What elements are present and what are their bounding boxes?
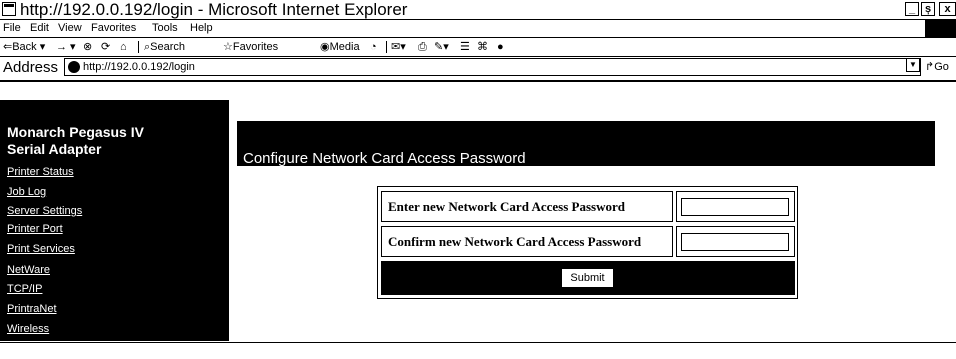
menu-bar: File Edit View Favorites Tools Help	[0, 20, 956, 38]
windows-logo-area	[925, 20, 956, 37]
sidebar-item-job-log[interactable]: Job Log	[7, 185, 46, 199]
media-button[interactable]: ◉Media	[320, 38, 360, 56]
menu-tools[interactable]: Tools	[152, 20, 178, 37]
submit-button[interactable]: Submit	[561, 268, 614, 288]
maximize-button[interactable]: ș	[921, 2, 935, 16]
menu-help[interactable]: Help	[190, 20, 213, 37]
status-bar	[0, 342, 956, 359]
edit-icon[interactable]: ✎▾	[434, 38, 449, 56]
stop-icon[interactable]: ⊗	[83, 38, 92, 56]
page-icon	[68, 61, 80, 73]
go-button[interactable]: ↱Go	[925, 59, 949, 75]
search-button[interactable]: ⌕Search	[144, 38, 185, 56]
toolbar-divider	[386, 41, 387, 53]
menu-edit[interactable]: Edit	[30, 20, 49, 37]
sidebar-item-print-services[interactable]: Print Services	[7, 242, 75, 256]
new-password-input[interactable]	[681, 198, 789, 216]
sidebar-item-printer-status[interactable]: Printer Status	[7, 165, 74, 179]
new-password-cell	[676, 191, 795, 222]
minimize-button[interactable]: _	[905, 2, 919, 16]
menu-favorites[interactable]: Favorites	[91, 20, 136, 37]
discuss-icon[interactable]: ☰	[460, 38, 470, 56]
window-title: http://192.0.0.192/login - Microsoft Int…	[20, 0, 408, 19]
brand-line-2: Serial Adapter	[7, 141, 102, 157]
sidebar-item-printranet[interactable]: PrintraNet	[7, 302, 57, 316]
mail-icon[interactable]: ✉▾	[391, 38, 406, 56]
media-icon: ◉	[320, 41, 330, 53]
sidebar-item-wireless[interactable]: Wireless	[7, 322, 49, 336]
sidebar-brand: Monarch Pegasus IV Serial Adapter	[7, 124, 222, 158]
sidebar-item-printer-port[interactable]: Printer Port	[7, 222, 63, 236]
research-icon[interactable]: ⌘	[477, 38, 488, 56]
new-password-label: Enter new Network Card Access Password	[381, 191, 673, 222]
chevron-down-icon[interactable]: ▼	[906, 58, 920, 72]
address-input[interactable]: http://192.0.0.192/login	[64, 58, 921, 76]
confirm-password-label: Confirm new Network Card Access Password	[381, 226, 673, 257]
history-icon[interactable]: ◔	[370, 38, 377, 56]
confirm-password-input[interactable]	[681, 233, 789, 251]
sidebar-item-tcp-ip[interactable]: TCP/IP	[7, 282, 42, 296]
forward-button[interactable]: → ▾	[56, 38, 76, 56]
address-value: http://192.0.0.192/login	[83, 61, 195, 73]
favorites-icon: ☆	[223, 41, 233, 53]
messenger-icon[interactable]: ●	[497, 38, 504, 56]
toolbar: ⇐Back ▾ → ▾ ⊗ ⟳ ⌂ ⌕Search ☆Favorites ◉Me…	[0, 38, 956, 57]
address-label: Address	[3, 59, 59, 76]
go-arrow-icon: ↱	[925, 61, 935, 73]
menu-view[interactable]: View	[58, 20, 82, 37]
address-bar: Address http://192.0.0.192/login ▼ ↱Go	[0, 57, 956, 82]
close-button[interactable]: x	[939, 2, 956, 16]
confirm-password-cell	[676, 226, 795, 257]
home-icon[interactable]: ⌂	[120, 38, 127, 56]
favorites-button[interactable]: ☆Favorites	[223, 38, 278, 56]
page-title: Configure Network Card Access Password	[243, 150, 526, 167]
title-bar: http://192.0.0.192/login - Microsoft Int…	[0, 0, 956, 20]
back-button[interactable]: ⇐Back ▾	[3, 38, 45, 56]
sidebar-item-netware[interactable]: NetWare	[7, 263, 50, 277]
menu-file[interactable]: File	[3, 20, 21, 37]
browser-window-icon	[2, 2, 16, 16]
brand-line-1: Monarch Pegasus IV	[7, 124, 144, 140]
print-icon[interactable]: ⎙	[418, 38, 427, 56]
refresh-icon[interactable]: ⟳	[101, 38, 110, 56]
toolbar-divider	[138, 41, 139, 53]
sidebar-item-server-settings[interactable]: Server Settings	[7, 204, 82, 218]
